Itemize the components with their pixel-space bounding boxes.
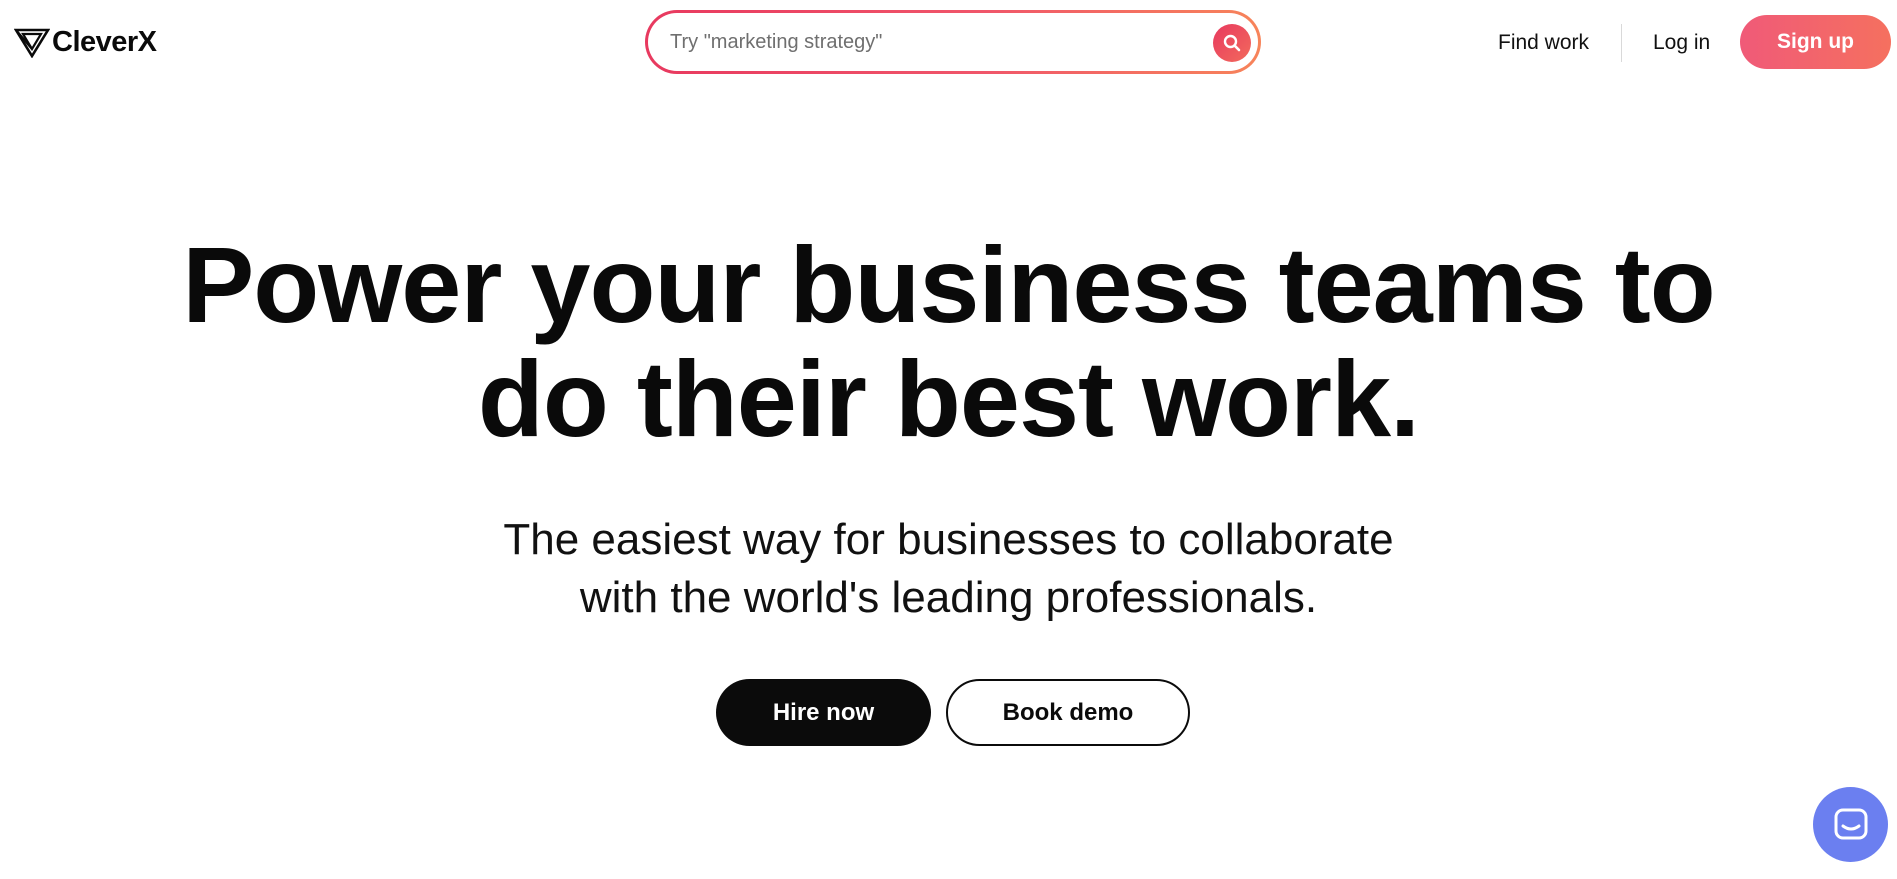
brand-name: CleverX (52, 26, 157, 58)
search-bar-inner (648, 13, 1258, 71)
chat-icon (1834, 808, 1867, 839)
search-bar (645, 10, 1261, 74)
search-icon (1223, 34, 1241, 52)
find-work-link[interactable]: Find work (1498, 26, 1589, 60)
cleverx-logo-icon (14, 28, 50, 58)
page: CleverX Find work Log in Sign up Power y… (0, 0, 1897, 879)
cta-group: Hire now Book demo (716, 679, 1190, 746)
chat-launcher-button[interactable] (1813, 787, 1888, 862)
search-button[interactable] (1213, 24, 1251, 62)
hero-title-line: Power your business teams to (182, 224, 1715, 345)
search-input[interactable] (670, 13, 1170, 71)
logo-link[interactable]: CleverX (14, 24, 157, 60)
sign-up-button[interactable]: Sign up (1740, 15, 1891, 69)
hero-title: Power your business teams to do their be… (0, 228, 1897, 456)
log-in-link[interactable]: Log in (1653, 26, 1710, 60)
hero-title-line: do their best work. (477, 338, 1420, 459)
hero-subtitle-line: with the world's leading professionals. (579, 573, 1318, 622)
hero-subtitle: The easiest way for businesses to collab… (0, 511, 1897, 627)
book-demo-button[interactable]: Book demo (946, 679, 1190, 746)
hire-now-button[interactable]: Hire now (716, 679, 931, 746)
nav-divider (1621, 24, 1622, 62)
hero-subtitle-line: The easiest way for businesses to collab… (503, 515, 1394, 564)
site-header: CleverX Find work Log in Sign up (0, 0, 1897, 86)
